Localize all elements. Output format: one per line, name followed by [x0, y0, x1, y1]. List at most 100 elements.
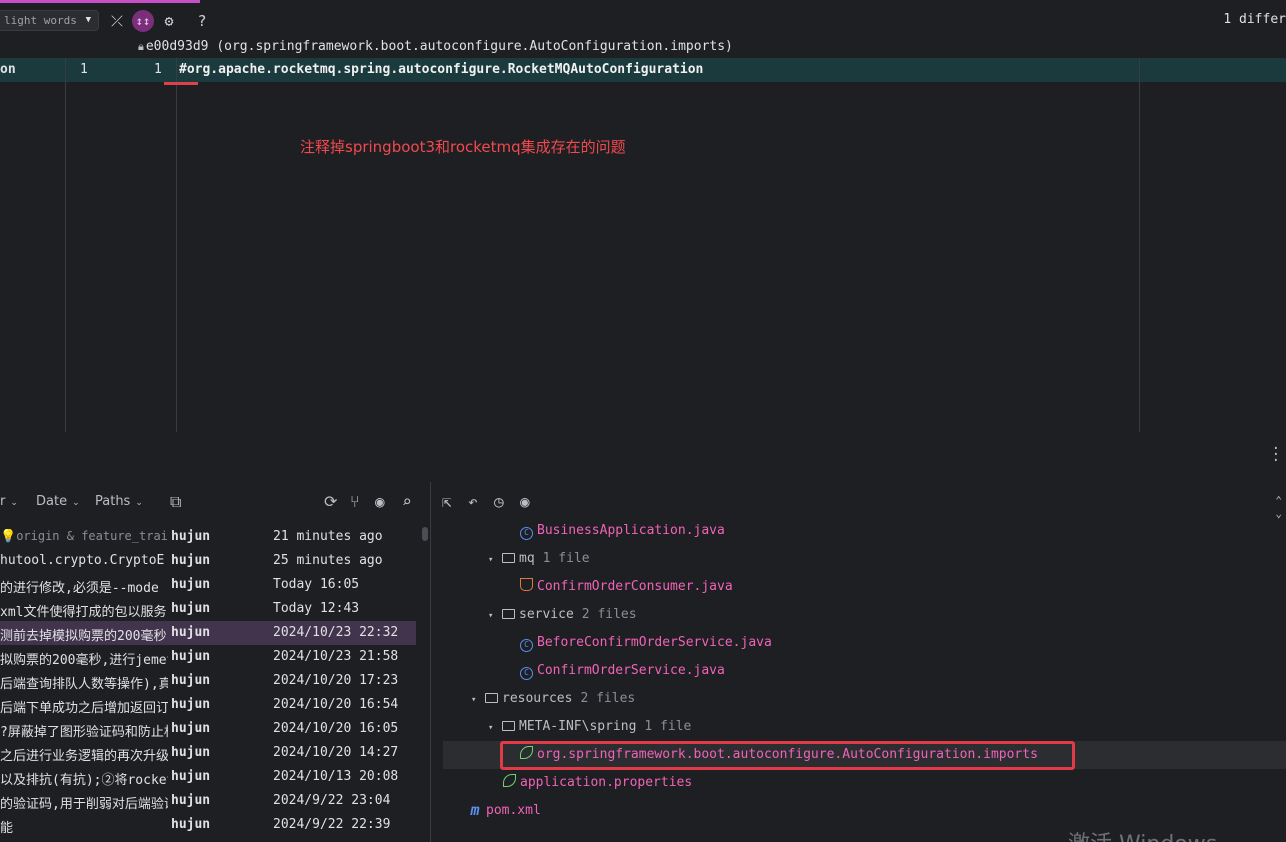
commit-date: 2024/10/23 21:58 — [273, 649, 399, 664]
gutter-divider — [176, 58, 177, 432]
commit-message: 之后进行业务逻辑的再次升级ε — [0, 749, 168, 764]
annotation-text: 注释掉springboot3和rocketmq集成存在的问题 — [300, 138, 626, 156]
new-tab-icon[interactable]: ⧉ — [170, 492, 181, 512]
log-scrollbar[interactable] — [422, 527, 428, 541]
cherry-pick-icon[interactable]: ⑂ — [350, 492, 360, 511]
highlight-mode-value: light words — [4, 14, 77, 27]
spring-leaf-icon — [503, 774, 516, 787]
commit-date: 21 minutes ago — [273, 529, 383, 544]
expand-collapse-icon[interactable]: ⌃ ⌄ — [1275, 494, 1282, 520]
folder-icon — [502, 721, 515, 731]
revert-icon[interactable]: ↶ — [468, 492, 478, 511]
commit-message: 后端查询排队人数等操作),真i — [0, 677, 168, 692]
class-icon: C — [520, 639, 533, 652]
commit-row[interactable]: 的验证码,用于削弱对后端验证 hujun 2024/9/22 23:04 — [0, 789, 416, 813]
commit-author: hujun — [171, 745, 211, 760]
refresh-icon[interactable]: ⟳ — [324, 492, 337, 511]
chevron-down-icon: ▾ — [488, 723, 494, 733]
history-icon[interactable]: ◷ — [494, 492, 504, 511]
folder-icon — [502, 609, 515, 619]
compare-icon[interactable]: ⇱ — [442, 492, 452, 511]
tree-file-business-application[interactable]: C BusinessApplication.java — [520, 517, 725, 545]
commit-row[interactable]: ?屏蔽掉了图形验证码和防止机 hujun 2024/10/20 16:05 — [0, 717, 416, 741]
sync-scroll-icon[interactable]: ↕↕ — [132, 10, 154, 32]
editor-right-margin — [1139, 58, 1140, 432]
commit-message: 的验证码,用于削弱对后端验证 — [0, 797, 168, 812]
tree-file-confirm-order-service[interactable]: C ConfirmOrderService.java — [520, 657, 725, 685]
active-tab-indicator — [0, 0, 200, 3]
commit-author: hujun — [171, 601, 211, 616]
commit-date: 2024/10/20 16:54 — [273, 697, 399, 712]
chevron-down-icon: ▾ — [471, 695, 477, 705]
commit-row[interactable]: 后端下单成功之后增加返回订单 hujun 2024/10/20 16:54 — [0, 693, 416, 717]
diff-code-line[interactable]: #org.apache.rocketmq.spring.autoconfigur… — [179, 62, 703, 77]
commit-message: origin & feature_trai… — [16, 529, 168, 543]
diff-editor[interactable]: on 1 1 #org.apache.rocketmq.spring.autoc… — [0, 58, 1286, 432]
commit-author: hujun — [171, 817, 211, 832]
commit-author: hujun — [171, 673, 211, 688]
commit-author: hujun — [171, 769, 211, 784]
right-line-number: 1 — [154, 62, 162, 77]
commit-date: 2024/10/23 22:32 — [273, 625, 399, 640]
consumer-icon — [520, 578, 533, 591]
commit-row[interactable]: 后端查询排队人数等操作),真i hujun 2024/10/20 17:23 — [0, 669, 416, 693]
commit-message: 后端下单成功之后增加返回订单 — [0, 701, 168, 716]
commit-author: hujun — [171, 553, 211, 568]
chevron-down-icon: ▾ — [488, 611, 494, 621]
tree-file-before-confirm-order-service[interactable]: C BeforeConfirmOrderService.java — [520, 629, 772, 657]
commit-row[interactable]: 拟购票的200毫秒,进行jemet hujun 2024/10/23 21:58 — [0, 645, 416, 669]
tree-folder-mq[interactable]: ▾ mq 1 file — [488, 545, 590, 573]
commit-date: 2024/10/20 14:27 — [273, 745, 399, 760]
commit-date: Today 12:43 — [273, 601, 360, 616]
commit-row[interactable]: 能 hujun 2024/9/22 22:39 — [0, 813, 416, 837]
commit-row[interactable]: hutool.crypto.CryptoE hujun 25 minutes a… — [0, 549, 416, 573]
commit-author: hujun — [171, 625, 211, 640]
commit-row[interactable]: 以及排抗(有抗);②将rocket hujun 2024/10/13 20:08 — [0, 765, 416, 789]
left-line-number: 1 — [80, 62, 88, 77]
commit-row-selected[interactable]: 测前去掉模拟购票的200毫秒 hujun 2024/10/23 22:32 — [0, 621, 416, 645]
collapse-unchanged-icon[interactable]: ⤫ — [106, 10, 128, 32]
tree-folder-meta-inf[interactable]: ▾ META-INF\spring 1 file — [488, 713, 691, 741]
commit-hash: e00d93d9 — [145, 39, 209, 54]
class-icon: C — [520, 667, 533, 680]
commit-row[interactable]: 之后进行业务逻辑的再次升级ε hujun 2024/10/20 14:27 — [0, 741, 416, 765]
commit-date: 2024/10/20 17:23 — [273, 673, 399, 688]
commit-date: 25 minutes ago — [273, 553, 383, 568]
folder-icon — [502, 553, 515, 563]
paths-filter[interactable]: Paths ⌄ — [95, 494, 143, 509]
tree-file-pom[interactable]: m pom.xml — [468, 797, 540, 825]
help-icon[interactable]: ? — [191, 10, 213, 32]
commit-author: hujun — [171, 721, 211, 736]
more-options-icon[interactable]: · · · — [1272, 442, 1280, 468]
annotation-highlight-box — [500, 741, 1075, 770]
tag-icon: 💡 — [0, 529, 17, 544]
commit-row[interactable]: xml文件使得打成的包以服务 hujun Today 12:43 — [0, 597, 416, 621]
maven-icon: m — [470, 801, 480, 819]
tree-file-confirm-order-consumer[interactable]: ConfirmOrderConsumer.java — [520, 573, 733, 601]
commit-message: 能 — [0, 821, 14, 836]
commit-row[interactable]: 的进行修改,必须是--mode | hujun Today 16:05 — [0, 573, 416, 597]
commit-message: hutool.crypto.CryptoE — [0, 553, 165, 568]
tree-file-application-properties[interactable]: application.properties — [503, 769, 692, 797]
folder-icon — [485, 693, 498, 703]
windows-activation-watermark: 激活 Windows — [1068, 826, 1217, 842]
eye-icon[interactable]: ◉ — [520, 492, 530, 511]
chevron-down-icon: ▾ — [488, 555, 494, 565]
user-filter[interactable]: r ⌄ — [0, 494, 18, 509]
search-icon[interactable]: ⌕ — [402, 492, 412, 511]
commit-row[interactable]: 💡origin & feature_trai… hujun 21 minutes… — [0, 525, 416, 549]
commit-author: hujun — [171, 529, 211, 544]
tree-folder-resources[interactable]: ▾ resources 2 files — [471, 685, 635, 713]
eye-icon[interactable]: ◉ — [375, 492, 385, 511]
changes-toolbar: ⇱ ↶ ◷ ◉ — [438, 488, 1286, 516]
tree-folder-service[interactable]: ▾ service 2 files — [488, 601, 637, 629]
highlight-mode-select[interactable]: light words ▼ — [0, 10, 99, 31]
commit-author: hujun — [171, 697, 211, 712]
date-filter[interactable]: Date ⌄ — [36, 494, 80, 509]
gear-icon[interactable]: ⚙ — [158, 10, 180, 32]
commit-message: 测前去掉模拟购票的200毫秒 — [0, 629, 167, 644]
panel-divider[interactable] — [430, 482, 431, 842]
commit-date: 2024/9/22 22:39 — [273, 817, 391, 832]
commit-message: 的进行修改,必须是--mode | — [0, 581, 168, 596]
commit-message: 以及排抗(有抗);②将rocket — [0, 773, 168, 788]
